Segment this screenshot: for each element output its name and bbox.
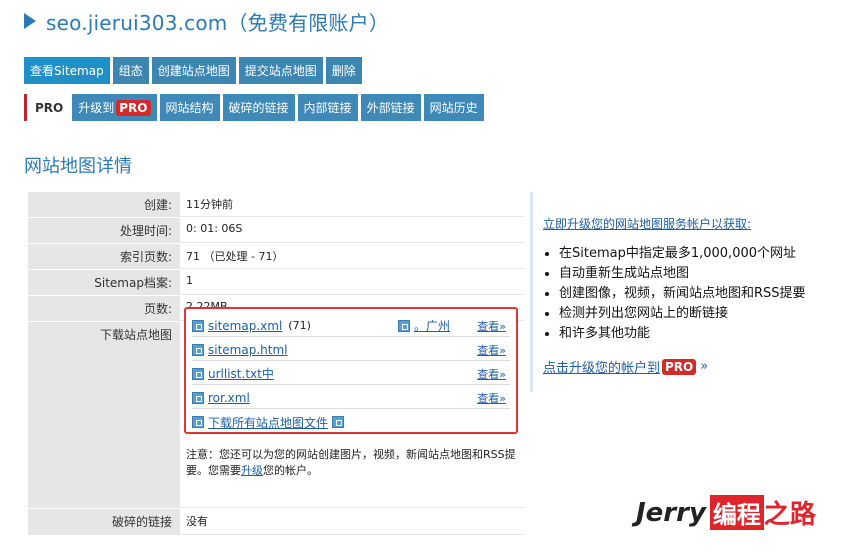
detail-value: 71 （已处理 - 71） bbox=[180, 244, 524, 269]
promo-foot-label: 点击升级您的帐户到 bbox=[543, 361, 661, 376]
detail-key: 下载站点地图 bbox=[28, 322, 180, 508]
tab-site-history[interactable]: 网站历史 bbox=[423, 94, 484, 121]
download-icon bbox=[398, 319, 410, 332]
detail-key: 创建: bbox=[28, 192, 180, 217]
url-count: (71) bbox=[288, 319, 311, 332]
detail-row-broken-links: 破碎的链接 没有 bbox=[28, 509, 524, 536]
note-suffix: 您的帐户。 bbox=[263, 464, 318, 477]
download-link-sitemap-xml[interactable]: sitemap.xml bbox=[208, 319, 282, 333]
promo-feature: 在Sitemap中指定最多1,000,000个网址 bbox=[559, 244, 842, 264]
upgrade-label: 升级到 bbox=[78, 101, 115, 115]
tab-create-sitemap[interactable]: 创建站点地图 bbox=[151, 57, 236, 84]
view-link[interactable]: 查看» bbox=[477, 342, 506, 358]
detail-row-sitemap-files: Sitemap档案: 1 bbox=[28, 270, 524, 296]
promo-feature: 检测并列出您网站上的断链接 bbox=[559, 304, 842, 324]
detail-value: 1 bbox=[180, 270, 524, 295]
tab-external-links[interactable]: 外部链接 bbox=[360, 94, 421, 121]
tab-view-sitemap[interactable]: 查看Sitemap bbox=[24, 57, 110, 84]
promo-heading-link[interactable]: 立即升级您的网站地图服务帐户以获取: bbox=[543, 215, 842, 232]
upgrade-link[interactable]: 升级 bbox=[241, 464, 263, 477]
site-title: seo.jierui303.com（免费有限账户） bbox=[46, 10, 390, 35]
watermark-cn: 编程 bbox=[709, 495, 764, 530]
primary-tabs: 查看Sitemap 组态 创建站点地图 提交站点地图 删除 bbox=[24, 57, 362, 84]
secondary-tabs: PRO 升级到 PRO 网站结构 破碎的链接 内部链接 外部链接 网站历史 bbox=[24, 94, 484, 121]
download-row: ror.xml 查看» bbox=[192, 387, 510, 409]
tab-site-structure[interactable]: 网站结构 bbox=[159, 94, 220, 121]
geo-download: 。广州 bbox=[398, 317, 450, 334]
upgrade-promo: 立即升级您的网站地图服务帐户以获取: 在Sitemap中指定最多1,000,00… bbox=[530, 192, 842, 392]
download-row: sitemap.xml (71) 。广州 查看» bbox=[192, 315, 510, 337]
detail-value: 没有 bbox=[180, 509, 524, 535]
detail-key: Sitemap档案: bbox=[28, 270, 180, 295]
download-icon bbox=[192, 416, 204, 428]
detail-key: 索引页数: bbox=[28, 244, 180, 269]
detail-key: 处理时间: bbox=[28, 218, 180, 243]
detail-key: 破碎的链接 bbox=[28, 509, 180, 535]
detail-row-created: 创建: 11分钟前 bbox=[28, 192, 524, 218]
download-link-geo[interactable]: 。广州 bbox=[414, 317, 450, 334]
triangle-right-icon bbox=[24, 13, 36, 29]
download-icon bbox=[192, 367, 204, 380]
promo-feature: 创建图像，视频，新闻站点地图和RSS提要 bbox=[559, 284, 842, 304]
download-link-ror-xml[interactable]: ror.xml bbox=[208, 391, 250, 405]
pro-badge: PRO bbox=[662, 358, 697, 375]
tab-delete[interactable]: 删除 bbox=[325, 57, 362, 84]
tab-submit-sitemap[interactable]: 提交站点地图 bbox=[238, 57, 323, 84]
download-icon bbox=[332, 416, 345, 428]
view-link[interactable]: 查看» bbox=[477, 366, 506, 382]
promo-upgrade-link[interactable]: 点击升级您的帐户到 PRO » bbox=[543, 357, 842, 376]
promo-features: 在Sitemap中指定最多1,000,000个网址 自动重新生成站点地图 创建图… bbox=[559, 244, 842, 344]
download-row: urllist.txt中 查看» bbox=[192, 363, 510, 385]
detail-row-indexed-pages: 索引页数: 71 （已处理 - 71） bbox=[28, 244, 524, 270]
download-row: sitemap.html 查看» bbox=[192, 339, 510, 361]
download-box: sitemap.xml (71) 。广州 查看» sitemap.html 查看… bbox=[184, 307, 518, 434]
download-icon bbox=[192, 391, 204, 404]
tab-broken-links[interactable]: 破碎的链接 bbox=[222, 94, 295, 121]
detail-value: 0: 01: 06S bbox=[180, 218, 524, 243]
download-link-sitemap-html[interactable]: sitemap.html bbox=[208, 343, 287, 357]
watermark-cn2: 之路 bbox=[763, 500, 816, 530]
section-title: 网站地图详情 bbox=[24, 156, 132, 177]
download-all-row: 下载所有站点地图文件 bbox=[192, 411, 510, 433]
pro-badge: PRO bbox=[116, 99, 151, 116]
download-all-link[interactable]: 下载所有站点地图文件 bbox=[208, 414, 328, 431]
note: 注意：您还可以为您的网站创建图片，视频，新闻站点地图和RSS提要。您需要升级您的… bbox=[186, 447, 520, 479]
promo-feature: 自动重新生成站点地图 bbox=[559, 264, 842, 284]
promo-feature: 和许多其他功能 bbox=[559, 324, 842, 344]
view-link[interactable]: 查看» bbox=[477, 318, 506, 334]
chevron-right-icon: » bbox=[700, 359, 709, 374]
watermark-logo: Jerry 编程 之路 bbox=[636, 494, 816, 531]
tab-config[interactable]: 组态 bbox=[112, 57, 149, 84]
watermark-brand: Jerry bbox=[636, 497, 706, 528]
view-link[interactable]: 查看» bbox=[477, 390, 506, 406]
pro-label: PRO bbox=[24, 94, 70, 121]
page-header: seo.jierui303.com（免费有限账户） bbox=[24, 6, 389, 36]
detail-value: 11分钟前 bbox=[180, 192, 524, 217]
download-icon bbox=[192, 343, 204, 356]
note-text: 注意：您还可以为您的网站创建图片，视频，新闻站点地图和RSS提要。您需要 bbox=[186, 448, 516, 477]
detail-key: 页数: bbox=[28, 296, 180, 321]
detail-row-processing-time: 处理时间: 0: 01: 06S bbox=[28, 218, 524, 244]
download-link-urllist[interactable]: urllist.txt中 bbox=[208, 365, 274, 382]
tab-upgrade-pro[interactable]: 升级到 PRO bbox=[72, 94, 157, 121]
tab-internal-links[interactable]: 内部链接 bbox=[297, 94, 358, 121]
download-icon bbox=[192, 319, 204, 332]
